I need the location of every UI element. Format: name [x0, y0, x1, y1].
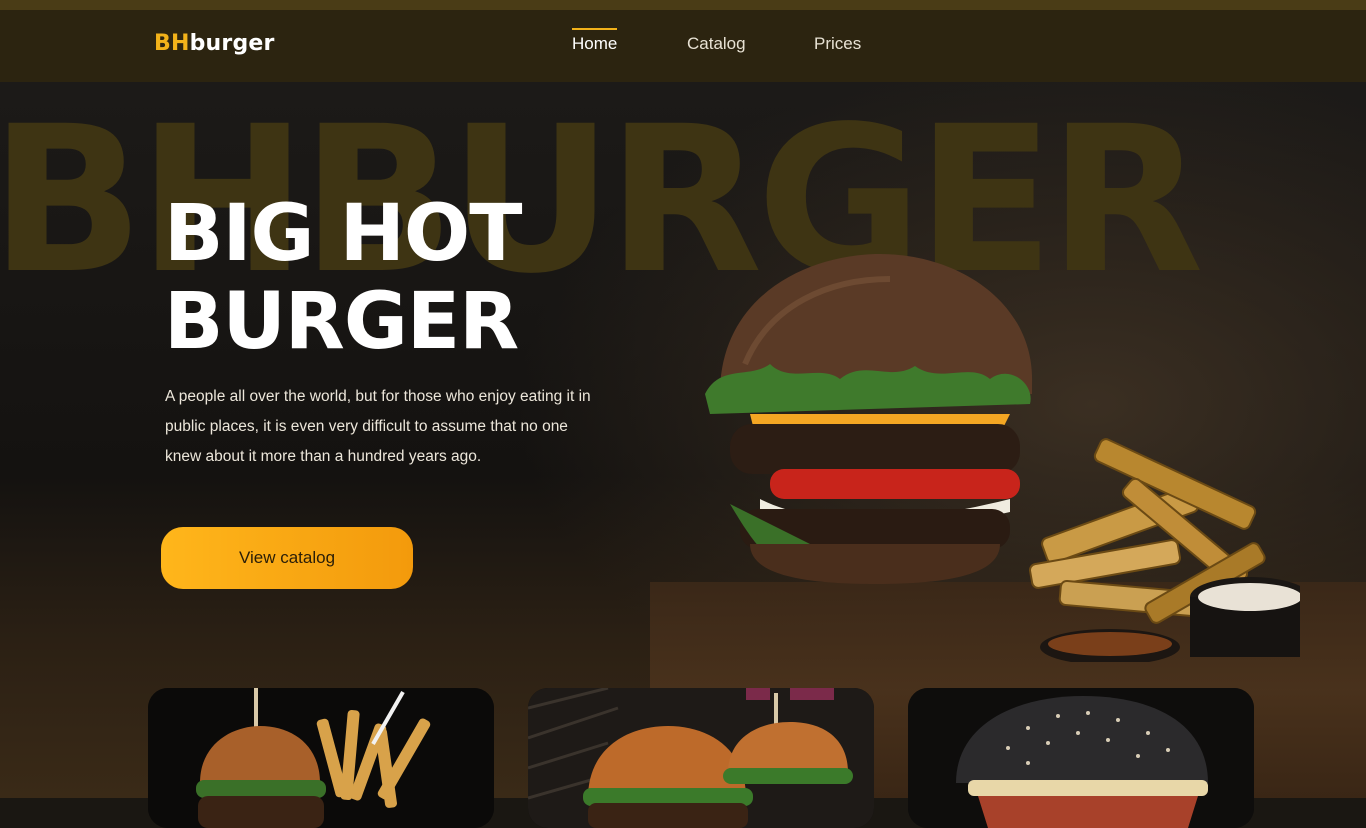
nav-catalog[interactable]: Catalog: [687, 34, 746, 54]
hero-title: BIG HOT BURGER: [164, 190, 664, 366]
view-catalog-button[interactable]: View catalog: [161, 527, 413, 589]
fries-image: [1029, 438, 1300, 662]
black-bun-burger-photo: [908, 688, 1254, 828]
hero-title-line2: BURGER: [164, 277, 519, 367]
hero-section: BHBURGER BIG HOT BURGER A people all ove…: [0, 82, 1366, 828]
logo[interactable]: BHburger: [154, 31, 275, 56]
nav-home[interactable]: Home: [572, 28, 618, 54]
hero-description: A people all over the world, but for tho…: [165, 388, 591, 465]
product-card-3[interactable]: [908, 688, 1254, 828]
top-strip: [0, 0, 1366, 10]
product-card-2[interactable]: [528, 688, 874, 828]
hero-burger-image: [705, 254, 1033, 584]
logo-text: burger: [189, 31, 275, 56]
product-card-1[interactable]: [148, 688, 494, 828]
nav-prices[interactable]: Prices: [814, 34, 861, 54]
burger-and-fries-photo: [148, 688, 494, 828]
hero-title-line1: BIG HOT: [164, 189, 522, 279]
two-burgers-photo: [528, 688, 874, 828]
logo-accent: BH: [154, 31, 190, 56]
site-header: BHburger Home Catalog Prices: [0, 10, 1366, 82]
